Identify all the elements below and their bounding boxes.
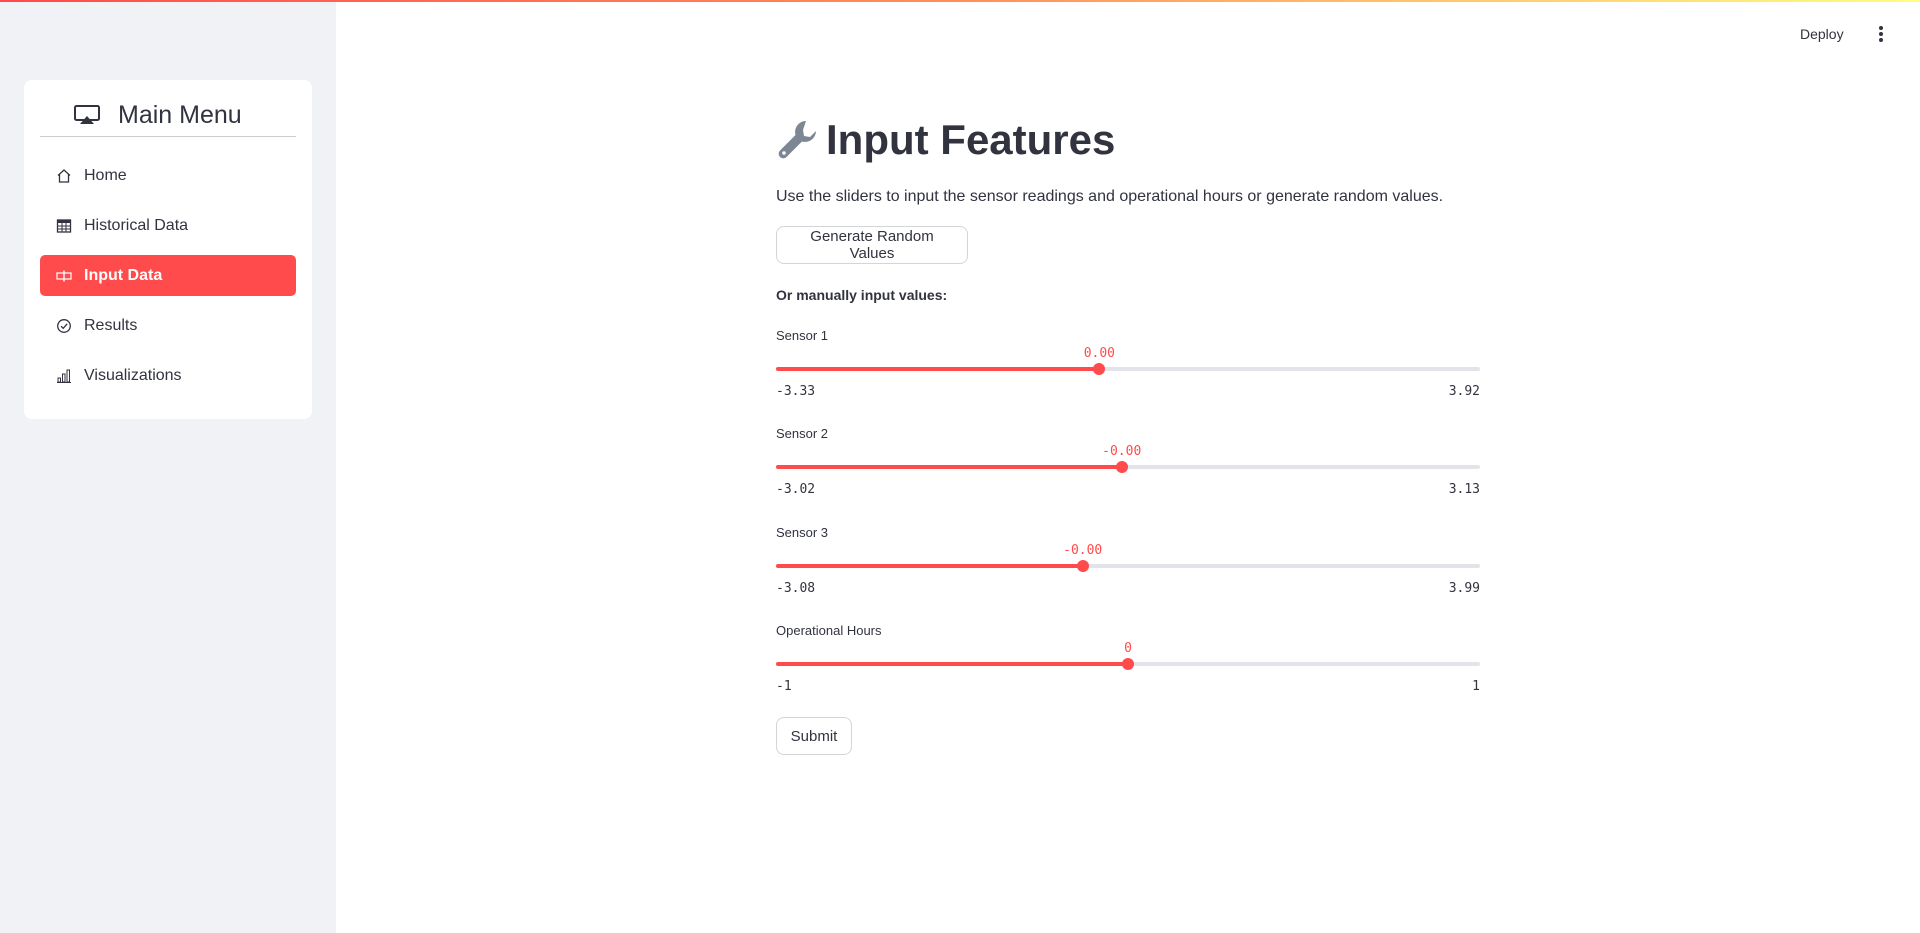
table-icon [56, 218, 72, 234]
slider-value: 0 [1124, 641, 1132, 656]
slider-sensor-1: Sensor 1 0.00 -3.33 3.92 [776, 328, 1480, 406]
slider-thumb[interactable] [1122, 658, 1134, 670]
input-cursor-icon [56, 268, 72, 284]
generate-random-values-button[interactable]: Generate Random Values [776, 226, 968, 264]
slider-label: Sensor 3 [776, 525, 829, 540]
sidebar-item-visualizations[interactable]: Visualizations [40, 355, 296, 396]
sidebar-item-label: Home [84, 166, 127, 184]
check-circle-icon [56, 318, 72, 334]
page-description: Use the sliders to input the sensor read… [776, 188, 1444, 205]
sidebar-item-home[interactable]: Home [40, 155, 296, 196]
slider-max: 1 [1472, 679, 1480, 694]
slider-label: Sensor 2 [776, 426, 829, 441]
slider-value: -0.00 [1102, 444, 1142, 459]
menu-title: Main Menu [118, 100, 242, 129]
page-title-row: Input Features [776, 116, 1115, 164]
slider-sensor-2: Sensor 2 -0.00 -3.02 3.13 [776, 426, 1480, 504]
slider-value: 0.00 [1083, 346, 1115, 361]
slider-thumb[interactable] [1115, 461, 1128, 473]
slider-fill [776, 465, 1122, 469]
slider-min: -3.02 [776, 482, 816, 497]
sidebar-item-historical-data[interactable]: Historical Data [40, 205, 296, 246]
slider-sensor-3: Sensor 3 -0.00 -3.08 3.99 [776, 525, 1480, 603]
cast-icon [74, 105, 100, 125]
sidebar-item-label: Historical Data [84, 216, 189, 234]
more-vertical-icon[interactable] [1876, 26, 1886, 44]
slider-thumb[interactable] [1076, 560, 1089, 572]
slider-fill [776, 662, 1128, 666]
slider-value: -0.00 [1063, 543, 1103, 558]
wrench-icon [776, 117, 822, 163]
bar-chart-icon [56, 368, 72, 384]
deploy-button[interactable]: Deploy [1800, 26, 1844, 42]
submit-button[interactable]: Submit [776, 717, 852, 755]
slider-operational-hours: Operational Hours 0 -1 1 [776, 623, 1480, 701]
menu-header: Main Menu [40, 94, 296, 137]
slider-label: Operational Hours [776, 623, 882, 638]
slider-max: 3.92 [1448, 384, 1480, 399]
sidebar-item-input-data[interactable]: Input Data [40, 255, 296, 296]
slider-min: -3.33 [776, 384, 816, 399]
sidebar-item-label: Input Data [84, 266, 163, 284]
sidebar-item-label: Visualizations [84, 366, 182, 384]
slider-min: -1 [776, 679, 792, 694]
slider-max: 3.99 [1448, 581, 1480, 596]
sidebar: Main Menu Home Historical Data Input Dat… [0, 2, 336, 933]
slider-max: 3.13 [1448, 482, 1480, 497]
slider-label: Sensor 1 [776, 328, 829, 343]
slider-fill [776, 564, 1083, 568]
slider-thumb[interactable] [1093, 363, 1106, 375]
house-icon [56, 168, 72, 184]
manual-input-label: Or manually input values: [776, 287, 948, 303]
slider-min: -3.08 [776, 581, 816, 596]
page-title: Input Features [826, 116, 1116, 163]
main-menu: Main Menu Home Historical Data Input Dat… [24, 80, 312, 419]
slider-fill [776, 367, 1100, 371]
sidebar-item-results[interactable]: Results [40, 305, 296, 346]
sidebar-item-label: Results [84, 316, 138, 334]
